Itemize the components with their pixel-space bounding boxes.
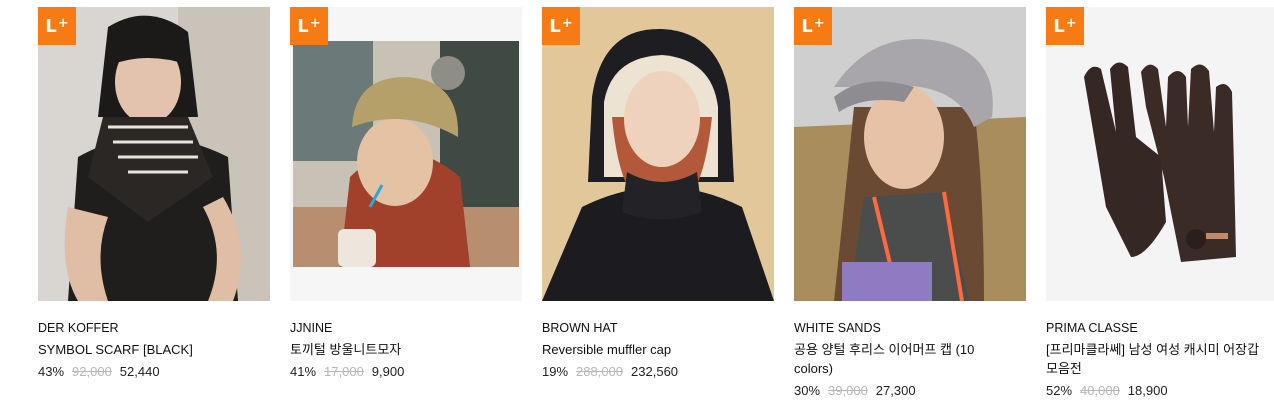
- muffler-cap-model-photo: [542, 7, 774, 301]
- discount-rate: 52%: [1046, 383, 1073, 398]
- product-brand: JJNINE: [290, 321, 333, 335]
- product-name[interactable]: Reversible muffler cap: [542, 340, 762, 359]
- original-price: 40,000: [1080, 383, 1120, 398]
- lplus-badge: L +: [542, 7, 580, 45]
- product-card[interactable]: L + PRIMA CLASSE [프리마클라쎄] 남성 여성 캐시미 어장갑 모…: [1046, 7, 1274, 398]
- product-brand: PRIMA CLASSE: [1046, 321, 1138, 335]
- product-grid: L + DER KOFFER SYMBOL SCARF [BLACK] 43% 92…: [0, 0, 1274, 420]
- original-price: 17,000: [324, 364, 364, 379]
- product-name[interactable]: [프리마클라쎄] 남성 여성 캐시미 어장갑 모음전: [1046, 340, 1266, 378]
- lplus-badge: L +: [38, 7, 76, 45]
- earmuff-cap-model-photo: [794, 7, 1026, 301]
- original-price: 39,000: [828, 383, 868, 398]
- original-price: 92,000: [72, 364, 112, 379]
- lplus-badge: L +: [290, 7, 328, 45]
- sale-price: 9,900: [371, 364, 405, 379]
- product-brand: WHITE SANDS: [794, 321, 881, 335]
- sale-price: 232,560: [631, 364, 679, 379]
- product-card[interactable]: L + WHITE SANDS 공용 양털 후리스 이어머프 캡 (10 colo…: [794, 7, 1026, 398]
- discount-rate: 19%: [542, 364, 569, 379]
- product-card[interactable]: L + BROWN HAT Reversible muffler cap 19% 2…: [542, 7, 774, 379]
- product-price: 43% 92,000 52,440: [38, 364, 160, 379]
- product-image-knit-hat[interactable]: L +: [290, 7, 522, 301]
- discount-rate: 43%: [38, 364, 65, 379]
- knit-hat-model-photo: [290, 7, 522, 301]
- product-price: 30% 39,000 27,300: [794, 383, 916, 398]
- product-card[interactable]: L + JJNINE 토끼털 방울니트모자 41% 17,000 9,900: [290, 7, 522, 379]
- product-image-gloves[interactable]: L +: [1046, 7, 1274, 301]
- sale-price: 27,300: [875, 383, 916, 398]
- discount-rate: 41%: [290, 364, 317, 379]
- scarf-model-photo: [38, 7, 270, 301]
- original-price: 288,000: [576, 364, 624, 379]
- product-brand: BROWN HAT: [542, 321, 618, 335]
- product-price: 19% 288,000 232,560: [542, 364, 678, 379]
- sale-price: 18,900: [1127, 383, 1168, 398]
- sale-price: 52,440: [119, 364, 160, 379]
- product-price: 52% 40,000 18,900: [1046, 383, 1168, 398]
- product-card[interactable]: L + DER KOFFER SYMBOL SCARF [BLACK] 43% 92…: [38, 7, 270, 379]
- product-image-scarf[interactable]: L +: [38, 7, 270, 301]
- product-image-muffler-cap[interactable]: L +: [542, 7, 774, 301]
- discount-rate: 30%: [794, 383, 821, 398]
- product-price: 41% 17,000 9,900: [290, 364, 404, 379]
- product-name[interactable]: 공용 양털 후리스 이어머프 캡 (10 colors): [794, 340, 1014, 378]
- product-name[interactable]: 토끼털 방울니트모자: [290, 340, 510, 359]
- gloves-photo: [1046, 7, 1274, 301]
- product-brand: DER KOFFER: [38, 321, 119, 335]
- lplus-badge: L +: [1046, 7, 1084, 45]
- lplus-badge: L +: [794, 7, 832, 45]
- product-image-earmuff-cap[interactable]: L +: [794, 7, 1026, 301]
- product-name[interactable]: SYMBOL SCARF [BLACK]: [38, 340, 258, 359]
